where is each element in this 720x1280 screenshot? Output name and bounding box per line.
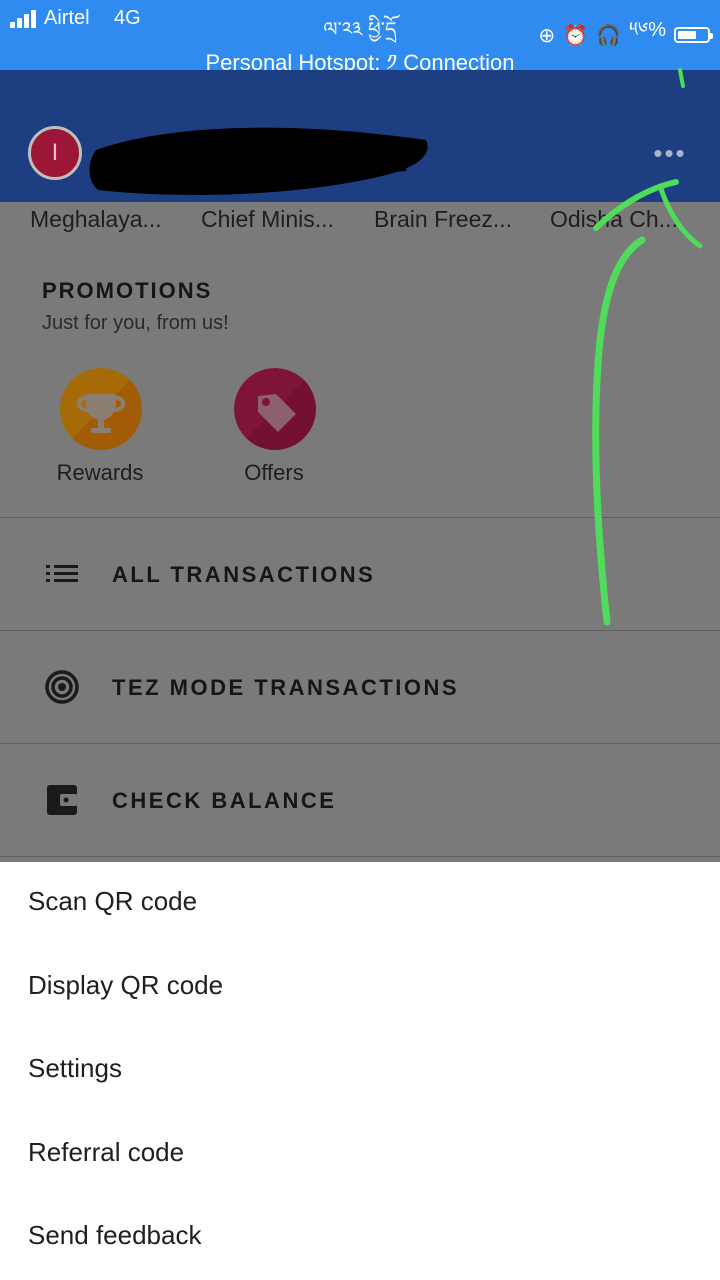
person-chip[interactable]: Odisha Ch... [550,206,678,233]
menu-item-label: Scan QR code [28,886,198,916]
menu-item-scan-qr[interactable]: Scan QR code [0,862,720,945]
wallet-icon [47,785,77,815]
list-icon [46,565,78,582]
people-row: Meghalaya... Chief Minis... Brain Freez.… [0,202,720,242]
menu-item-label: Referral code [28,1137,185,1167]
menu-item-send-feedback[interactable]: Send feedback [0,1196,720,1279]
divider [0,856,720,857]
promotions-title: PROMOTIONS [42,278,213,303]
rewards-label: Rewards [56,460,144,485]
rewards-button[interactable]: Rewards [30,368,170,488]
check-balance-label: CHECK BALANCE [112,788,337,813]
more-options-button[interactable]: ••• [648,140,692,166]
all-transactions-row[interactable]: ALL TRANSACTIONS [0,518,720,630]
offers-button[interactable]: Offers [204,368,344,488]
menu-item-label: Settings [28,1053,122,1083]
person-chip[interactable]: Brain Freez... [374,206,512,233]
menu-item-label: Send feedback [28,1220,202,1250]
menu-item-settings[interactable]: Settings [0,1029,720,1112]
avatar[interactable]: I [28,126,82,180]
check-balance-row[interactable]: CHECK BALANCE [0,744,720,856]
tez-mode-transactions-row[interactable]: TEZ MODE TRANSACTIONS [0,631,720,743]
redacted-username [89,127,428,195]
menu-item-display-qr[interactable]: Display QR code [0,946,720,1029]
person-chip[interactable]: Chief Minis... [201,206,334,233]
overflow-menu-sheet: Scan QR code Display QR code Settings Re… [0,862,720,1280]
all-transactions-label: ALL TRANSACTIONS [112,562,376,587]
person-chip[interactable]: Meghalaya... [30,206,162,233]
menu-item-label: Display QR code [28,970,224,1000]
offers-label: Offers [244,460,304,485]
tez-mode-transactions-label: TEZ MODE TRANSACTIONS [112,675,460,700]
menu-item-referral-code[interactable]: Referral code [0,1113,720,1196]
status-bar: Airtel 4G ལ་༢༣ ཕྱི་དྲོ ⊕ ⏰ 🎧 ༥༦% Persona… [0,0,720,75]
tag-icon [234,368,316,450]
promotions-subtitle: Just for you, from us! [42,312,229,334]
trophy-icon [60,368,142,450]
target-icon [45,670,79,704]
